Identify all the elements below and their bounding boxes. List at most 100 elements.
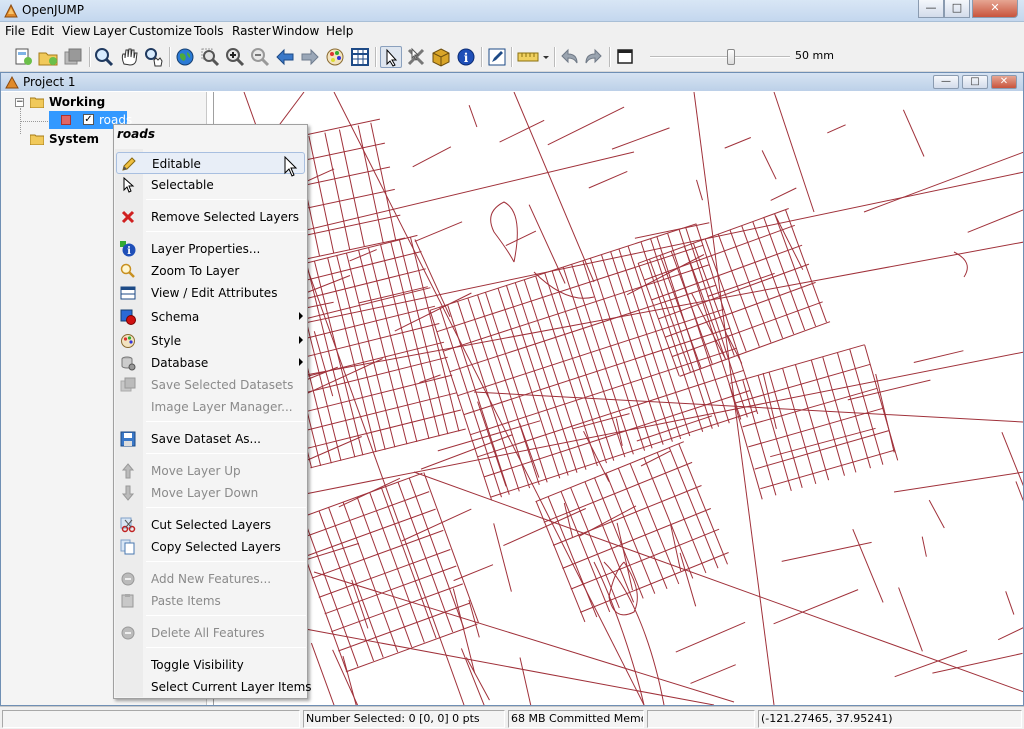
menu-tools[interactable]: Tools (194, 24, 224, 38)
menu-item-toggle-visibility[interactable]: Toggle Visibility (116, 654, 305, 676)
attribute-table-button[interactable] (349, 46, 371, 68)
road-segment (342, 501, 399, 653)
scale-slider-track (650, 56, 790, 58)
menu-label: Image Layer Manager... (151, 400, 293, 414)
redo-icon (585, 48, 602, 64)
menu-item-style[interactable]: Style (116, 330, 305, 352)
menu-item-database[interactable]: Database (116, 352, 305, 374)
clear-selection-button[interactable] (405, 46, 427, 68)
menu-label: Paste Items (151, 594, 221, 608)
menu-item-save-dataset-as[interactable]: Save Dataset As... (116, 428, 305, 450)
new-project-button[interactable] (12, 46, 34, 68)
menu-item-delete-all-features[interactable]: Delete All Features (116, 622, 305, 644)
select-tool-button[interactable] (380, 46, 402, 68)
folder-icon (30, 134, 44, 145)
feature-info-button[interactable] (430, 46, 452, 68)
menu-item-image-layer-manager[interactable]: Image Layer Manager... (116, 396, 305, 418)
menu-item-move-layer-up[interactable]: Move Layer Up (116, 460, 305, 482)
category-working[interactable]: Working (49, 95, 105, 109)
menu-item-zoom-to-layer[interactable]: Zoom To Layer (116, 260, 305, 282)
layer-style-button[interactable] (324, 46, 346, 68)
menu-item-remove-selected-layers[interactable]: Remove Selected Layers (116, 206, 305, 228)
toolbar-separator (375, 47, 376, 67)
undo-button[interactable] (558, 46, 580, 68)
road-segment (324, 132, 351, 251)
road-segment (893, 471, 1023, 493)
menu-label: Cut Selected Layers (151, 518, 272, 532)
road-segment (696, 179, 703, 201)
menu-item-cut-selected-layers[interactable]: Cut Selected Layers (116, 514, 305, 536)
menu-item-layer-properties[interactable]: i Layer Properties... (116, 238, 305, 260)
road-segment (493, 523, 512, 592)
project-close-button[interactable]: ✕ (991, 75, 1017, 89)
menu-item-save-selected-datasets[interactable]: Save Selected Datasets (116, 374, 305, 396)
project-icon (5, 75, 19, 89)
menu-item-add-new-features[interactable]: Add New Features... (116, 568, 305, 590)
road-segment (468, 599, 480, 638)
menu-item-selectable[interactable]: Selectable (116, 174, 305, 196)
zoom-to-selected-button[interactable] (199, 46, 221, 68)
maximize-button[interactable]: □ (944, 0, 970, 18)
menu-edit[interactable]: Edit (31, 24, 54, 38)
road-segment (605, 473, 656, 594)
redo-button[interactable] (583, 46, 605, 68)
info-button[interactable]: i (455, 46, 477, 68)
category-system[interactable]: System (49, 132, 99, 146)
menu-label: Editable (152, 157, 201, 171)
road-segment (672, 301, 823, 357)
layer-visibility-checkbox[interactable]: ✓ (83, 114, 94, 125)
menu-item-select-current-layer-items[interactable]: Select Current Layer Items (116, 676, 312, 698)
menu-item-move-layer-down[interactable]: Move Layer Down (116, 482, 305, 504)
project-minimize-button[interactable]: — (933, 75, 959, 89)
arrow-cursor-icon (386, 48, 398, 67)
road-segment (358, 286, 428, 304)
scale-slider[interactable] (650, 49, 790, 65)
road-segment (356, 496, 413, 648)
road-segment (369, 491, 425, 643)
zoom-previous-button[interactable] (274, 46, 296, 68)
menu-file[interactable]: File (5, 24, 25, 38)
road-segment (781, 541, 872, 562)
menu-customize[interactable]: Customize (129, 24, 192, 38)
road-segment (468, 105, 478, 128)
pan-tool-button[interactable] (118, 46, 140, 68)
menu-window[interactable]: Window (272, 24, 319, 38)
road-segment (782, 368, 817, 485)
open-project-button[interactable] (37, 46, 59, 68)
menu-item-view-edit-attributes[interactable]: View / Edit Attributes (116, 282, 305, 304)
project-restore-button[interactable]: □ (962, 75, 988, 89)
zoom-in-button[interactable] (224, 46, 246, 68)
road-segment (707, 272, 775, 297)
menu-item-paste-items[interactable]: Paste Items (116, 590, 305, 612)
minimize-button[interactable]: — (918, 0, 944, 18)
edit-toolbox-button[interactable] (486, 46, 508, 68)
menu-raster[interactable]: Raster (232, 24, 271, 38)
map-canvas[interactable] (213, 92, 1023, 705)
road-segment (932, 652, 1023, 674)
menu-help[interactable]: Help (326, 24, 353, 38)
zoom-tool-button[interactable] (93, 46, 115, 68)
menu-layer[interactable]: Layer (93, 24, 126, 38)
menu-view[interactable]: View (62, 24, 90, 38)
scale-slider-thumb[interactable] (727, 49, 735, 65)
road-segment (760, 449, 896, 490)
menu-label: Remove Selected Layers (151, 210, 300, 224)
menu-item-copy-selected-layers[interactable]: Copy Selected Layers (116, 536, 305, 558)
menu-separator (146, 231, 306, 232)
working-collapse-toggle[interactable]: − (15, 98, 24, 107)
menu-item-editable[interactable]: Editable (116, 152, 305, 174)
zoom-next-button[interactable] (299, 46, 321, 68)
hand-icon (121, 48, 138, 66)
menu-item-schema[interactable]: Schema (116, 306, 305, 328)
road-segment (338, 602, 470, 652)
toggle-window-button[interactable] (614, 46, 636, 68)
zoom-pan-tool-button[interactable] (143, 46, 165, 68)
close-button[interactable]: ✕ (972, 0, 1018, 18)
road-segment (849, 349, 884, 465)
zoom-out-button[interactable] (249, 46, 271, 68)
save-project-button[interactable] (62, 46, 84, 68)
new-project-icon (15, 48, 32, 65)
zoom-full-extent-button[interactable] (174, 46, 196, 68)
measure-tool-button[interactable] (516, 46, 550, 68)
project-window-title-bar: Project 1 — □ ✕ (1, 73, 1023, 91)
